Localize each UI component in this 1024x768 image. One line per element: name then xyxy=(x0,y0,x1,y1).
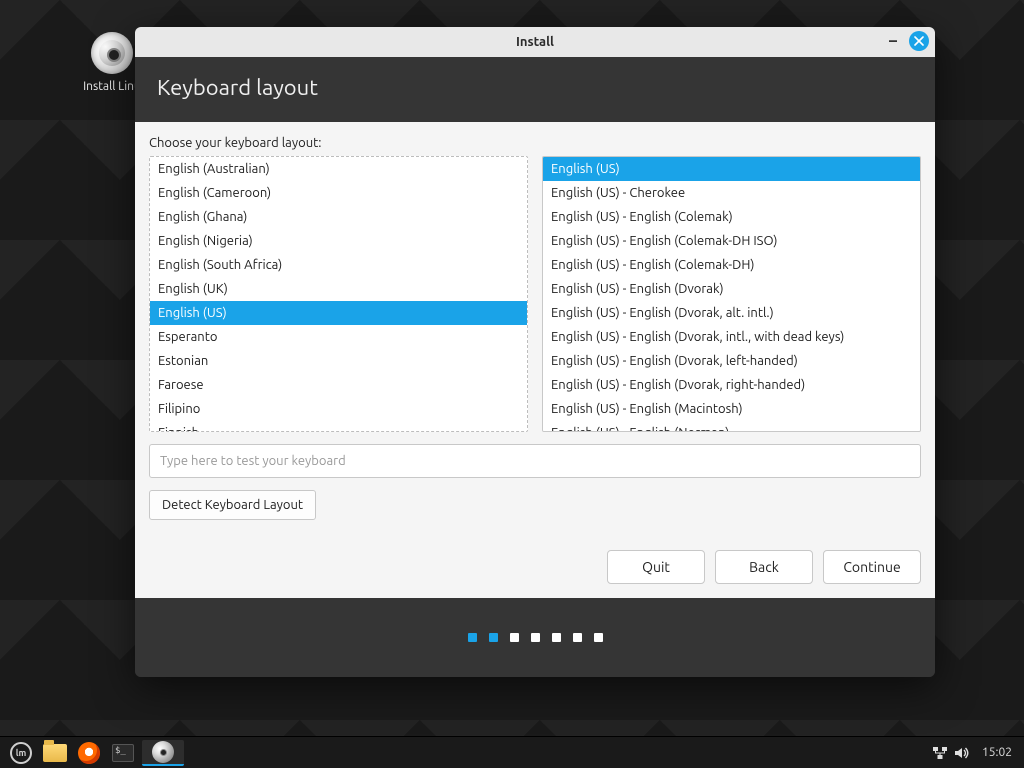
firefox-icon xyxy=(78,742,100,764)
quit-button[interactable]: Quit xyxy=(607,550,705,584)
prompt-text: Choose your keyboard layout: xyxy=(149,136,921,150)
list-item[interactable]: English (US) - English (Dvorak, intl., w… xyxy=(543,325,920,349)
list-item[interactable]: Finnish xyxy=(150,421,527,432)
window-title: Install xyxy=(516,35,554,49)
list-item[interactable]: English (US) - English (Dvorak, right-ha… xyxy=(543,373,920,397)
list-item[interactable]: English (US) xyxy=(150,301,527,325)
progress-dot xyxy=(552,633,561,642)
list-item[interactable]: English (US) - English (Colemak) xyxy=(543,205,920,229)
taskbar-files-button[interactable] xyxy=(40,740,70,766)
keyboard-test-input[interactable] xyxy=(149,444,921,478)
page-title: Keyboard layout xyxy=(135,57,935,122)
list-item[interactable]: English (US) - Cherokee xyxy=(543,181,920,205)
list-item[interactable]: English (US) - English (Colemak-DH) xyxy=(543,253,920,277)
list-item[interactable]: Estonian xyxy=(150,349,527,373)
terminal-icon: $_ xyxy=(112,744,134,762)
taskbar-clock[interactable]: 15:02 xyxy=(976,746,1018,759)
folder-icon xyxy=(43,744,67,762)
continue-button[interactable]: Continue xyxy=(823,550,921,584)
wizard-footer xyxy=(135,598,935,677)
progress-dot xyxy=(489,633,498,642)
disc-icon xyxy=(91,32,133,74)
list-item[interactable]: English (Cameroon) xyxy=(150,181,527,205)
list-item[interactable]: Faroese xyxy=(150,373,527,397)
content-area: Choose your keyboard layout: English (Au… xyxy=(135,122,935,598)
taskbar-terminal-button[interactable]: $_ xyxy=(108,740,138,766)
installer-window: Install – Keyboard layout Choose your ke… xyxy=(135,27,935,677)
progress-dot xyxy=(510,633,519,642)
list-item[interactable]: Esperanto xyxy=(150,325,527,349)
disc-icon xyxy=(152,741,174,763)
list-item[interactable]: English (US) - English (Macintosh) xyxy=(543,397,920,421)
list-item[interactable]: English (US) - English (Norman) xyxy=(543,421,920,432)
keyboard-language-list[interactable]: English (Australian)English (Cameroon)En… xyxy=(149,156,528,432)
detect-keyboard-button[interactable]: Detect Keyboard Layout xyxy=(149,490,316,520)
list-item[interactable]: English (UK) xyxy=(150,277,527,301)
start-menu-button[interactable]: lm xyxy=(6,740,36,766)
window-minimize-button[interactable]: – xyxy=(883,31,903,51)
taskbar-installer-task[interactable] xyxy=(142,740,184,766)
keyboard-variant-list[interactable]: English (US)English (US) - CherokeeEngli… xyxy=(542,156,921,432)
progress-dots xyxy=(468,633,603,642)
taskbar: lm $_ 15:02 xyxy=(0,736,1024,768)
window-close-button[interactable] xyxy=(909,31,929,51)
back-button[interactable]: Back xyxy=(715,550,813,584)
list-item[interactable]: Filipino xyxy=(150,397,527,421)
close-icon xyxy=(914,36,924,46)
volume-icon[interactable] xyxy=(954,746,972,760)
progress-dot xyxy=(594,633,603,642)
progress-dot xyxy=(531,633,540,642)
mint-menu-icon: lm xyxy=(10,742,32,764)
progress-dot xyxy=(573,633,582,642)
list-item[interactable]: English (Nigeria) xyxy=(150,229,527,253)
taskbar-firefox-button[interactable] xyxy=(74,740,104,766)
titlebar[interactable]: Install – xyxy=(135,27,935,57)
list-item[interactable]: English (US) - English (Dvorak) xyxy=(543,277,920,301)
list-item[interactable]: English (US) - English (Dvorak, alt. int… xyxy=(543,301,920,325)
progress-dot xyxy=(468,633,477,642)
list-item[interactable]: English (South Africa) xyxy=(150,253,527,277)
list-item[interactable]: English (Australian) xyxy=(150,157,527,181)
list-item[interactable]: English (US) - English (Dvorak, left-han… xyxy=(543,349,920,373)
network-icon[interactable] xyxy=(932,746,950,760)
list-item[interactable]: English (US) xyxy=(543,157,920,181)
list-item[interactable]: English (US) - English (Colemak-DH ISO) xyxy=(543,229,920,253)
list-item[interactable]: English (Ghana) xyxy=(150,205,527,229)
